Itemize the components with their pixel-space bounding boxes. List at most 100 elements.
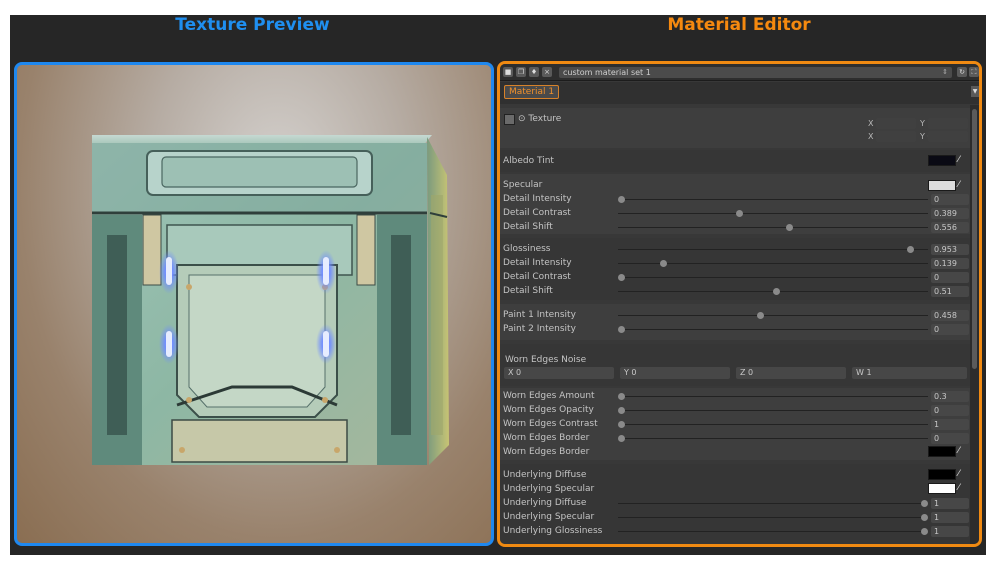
detail-contrast-label: Detail Contrast — [503, 272, 571, 282]
glossiness-value[interactable]: 0.953 — [931, 244, 969, 255]
paint-1-intensity-slider-handle[interactable] — [756, 312, 764, 319]
worn-edges-amount-label: Worn Edges Amount — [503, 391, 595, 401]
detail-shift-label: Detail Shift — [503, 286, 553, 296]
albedo-section: Albedo Tint ⁄ — [500, 150, 970, 172]
worn-edges-opacity-slider-handle[interactable] — [618, 407, 625, 414]
worn-edges-amount-slider[interactable] — [618, 396, 928, 397]
underlying-glossiness-value[interactable]: 1 — [931, 526, 969, 537]
detail-shift-label: Detail Shift — [503, 222, 553, 232]
paint-2-intensity-value[interactable]: 0 — [931, 324, 969, 335]
underlying-diffuse-color-label: Underlying Diffuse — [503, 470, 587, 480]
worn-edges-opacity-value[interactable]: 0 — [931, 405, 969, 416]
tiling-x-field[interactable] — [876, 118, 916, 129]
tab-material-1[interactable]: Material 1 — [504, 85, 560, 99]
detail-shift-value[interactable]: 0.51 — [931, 286, 969, 297]
albedo-tint-swatch[interactable] — [928, 155, 956, 166]
glossiness-slider[interactable] — [618, 249, 928, 250]
material-editor-heading: Material Editor — [667, 15, 811, 35]
detail-contrast-label: Detail Contrast — [503, 208, 571, 218]
editor-scrollbar[interactable] — [970, 105, 979, 544]
underlying-specular-slider[interactable] — [618, 517, 928, 518]
worn-edges-amount-value[interactable]: 0.3 — [931, 391, 969, 402]
detail-contrast-value[interactable]: 0.389 — [931, 208, 969, 219]
detail-contrast-slider[interactable] — [618, 213, 928, 214]
detail-contrast-slider[interactable] — [618, 277, 928, 278]
underlying-specular-slider-handle[interactable] — [921, 514, 928, 521]
sci-fi-crate-render — [92, 135, 449, 465]
worn-noise-z[interactable]: Z 0 — [736, 367, 846, 379]
detail-intensity-slider-handle[interactable] — [618, 196, 625, 203]
chevron-down-icon: ⇕ — [942, 68, 948, 76]
paint-1-intensity-label: Paint 1 Intensity — [503, 310, 576, 320]
eyedropper-icon[interactable]: ⁄ — [958, 483, 966, 493]
underlying-specular-value[interactable]: 1 — [931, 512, 969, 523]
worn-edges-border-slider[interactable] — [618, 438, 928, 439]
material-editor-panel: ■ ❐ ♦ × custom material set 1 ⇕ ↻ ⛶ Mate… — [497, 61, 982, 547]
underlying-glossiness-slider-handle[interactable] — [921, 528, 928, 535]
worn-edges-contrast-value[interactable]: 1 — [931, 419, 969, 430]
worn-edges-border-swatch[interactable] — [928, 446, 956, 457]
refresh-icon[interactable]: ↻ — [957, 67, 967, 77]
texture-slot[interactable] — [504, 114, 515, 125]
eyedropper-icon[interactable]: ⁄ — [958, 180, 966, 190]
worn-edges-section: Worn Edges Border ⁄ Worn Edges Amount 0.3… — [500, 388, 970, 460]
close-icon[interactable]: × — [542, 67, 552, 77]
detail-intensity-slider[interactable] — [618, 199, 928, 200]
detail-intensity-slider-handle[interactable] — [660, 260, 668, 267]
pin-icon[interactable]: ♦ — [529, 67, 539, 77]
worn-noise-w[interactable]: W 1 — [852, 367, 967, 379]
detail-shift-slider-handle[interactable] — [772, 288, 780, 295]
detail-shift-value[interactable]: 0.556 — [931, 222, 969, 233]
worn-edges-contrast-label: Worn Edges Contrast — [503, 419, 598, 429]
underlying-section: Underlying Diffuse ⁄ Underlying Specular… — [500, 464, 970, 544]
paint-1-intensity-value[interactable]: 0.458 — [931, 310, 969, 321]
paint-2-intensity-slider-handle[interactable] — [618, 326, 625, 333]
offset-y-field[interactable] — [928, 131, 968, 142]
worn-noise-y[interactable]: Y 0 — [620, 367, 730, 379]
tiling-y-field[interactable] — [928, 118, 968, 129]
expand-icon[interactable]: ⛶ — [969, 67, 979, 77]
detail-shift-slider[interactable] — [618, 227, 928, 228]
detail-shift-slider-handle[interactable] — [786, 224, 794, 231]
underlying-diffuse-value[interactable]: 1 — [931, 498, 969, 509]
worn-edges-border-slider-handle[interactable] — [618, 435, 625, 442]
eyedropper-icon[interactable]: ⁄ — [958, 155, 966, 165]
glossiness-slider-handle[interactable] — [906, 246, 914, 253]
eyedropper-icon[interactable]: ⁄ — [958, 469, 966, 479]
worn-edges-border-label: Worn Edges Border — [503, 433, 590, 443]
eyedropper-icon[interactable]: ⁄ — [958, 446, 966, 456]
texture-preview-panel[interactable] — [14, 62, 494, 546]
underlying-diffuse-slider[interactable] — [618, 503, 928, 504]
copy-icon[interactable]: ❐ — [516, 67, 526, 77]
detail-intensity-value[interactable]: 0.139 — [931, 258, 969, 269]
worn-noise-label: Worn Edges Noise — [505, 355, 587, 365]
square-icon[interactable]: ■ — [503, 67, 513, 77]
paint-1-intensity-slider[interactable] — [618, 315, 928, 316]
specular-swatch[interactable] — [928, 180, 956, 191]
preset-dropdown[interactable]: custom material set 1 ⇕ — [559, 67, 952, 78]
detail-contrast-slider-handle[interactable] — [618, 274, 625, 281]
detail-contrast-value[interactable]: 0 — [931, 272, 969, 283]
worn-edges-contrast-slider[interactable] — [618, 424, 928, 425]
detail-intensity-value[interactable]: 0 — [931, 194, 969, 205]
worn-edges-contrast-slider-handle[interactable] — [618, 421, 625, 428]
underlying-glossiness-label: Underlying Glossiness — [503, 526, 603, 536]
worn-edges-amount-slider-handle[interactable] — [618, 393, 625, 400]
albedo-tint-label: Albedo Tint — [503, 156, 554, 166]
material-tabbar: Material 1 ▼ — [500, 82, 979, 104]
underlying-diffuse-swatch[interactable] — [928, 469, 956, 480]
offset-x-field[interactable] — [876, 131, 916, 142]
underlying-specular-swatch[interactable] — [928, 483, 956, 494]
underlying-specular-label: Underlying Specular — [503, 512, 595, 522]
specular-label: Specular — [503, 180, 543, 190]
glossiness-section: Glossiness 0.953 Detail Intensity 0.139 Deta… — [500, 238, 970, 300]
panel-menu-icon[interactable]: ▼ — [971, 86, 979, 97]
paint-2-intensity-slider[interactable] — [618, 329, 928, 330]
underlying-glossiness-slider[interactable] — [618, 531, 928, 532]
detail-contrast-slider-handle[interactable] — [735, 210, 743, 217]
worn-edges-opacity-slider[interactable] — [618, 410, 928, 411]
scrollbar-thumb[interactable] — [972, 109, 977, 369]
underlying-diffuse-slider-handle[interactable] — [921, 500, 928, 507]
worn-edges-border-value[interactable]: 0 — [931, 433, 969, 444]
worn-noise-x[interactable]: X 0 — [504, 367, 614, 379]
